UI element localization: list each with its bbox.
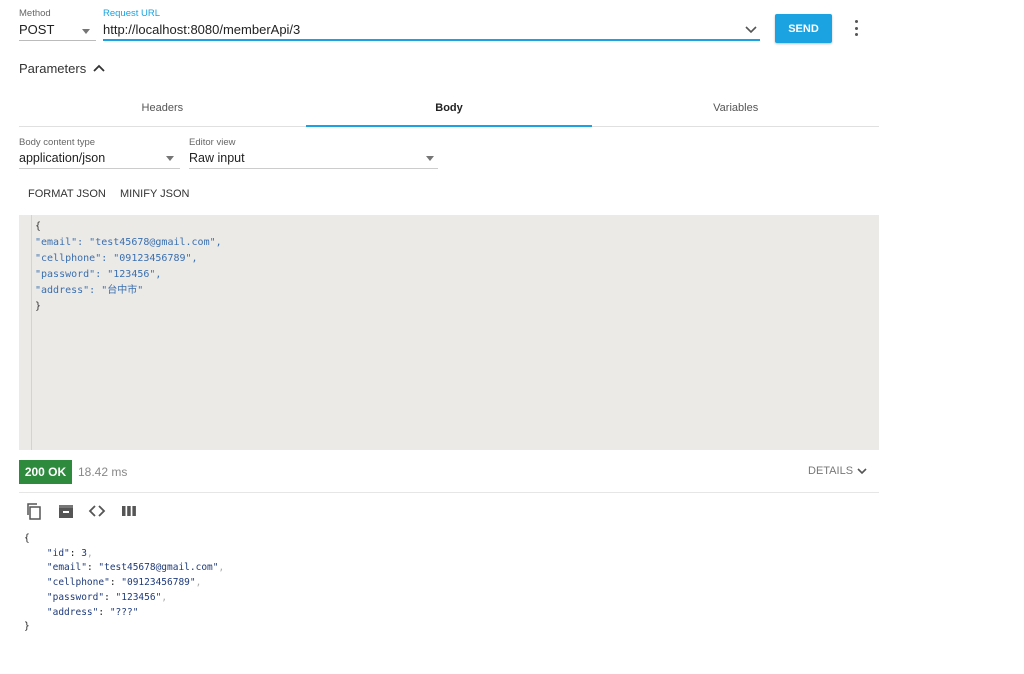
chevron-down-icon (857, 468, 867, 475)
response-key: "address" (46, 606, 99, 618)
parameters-label[interactable]: Parameters (19, 61, 86, 76)
code-icon[interactable] (88, 502, 106, 520)
response-key: "cellphone" (46, 577, 110, 589)
response-time: 18.42 ms (78, 465, 128, 479)
method-label: Method (19, 8, 51, 19)
editor-view-select[interactable]: Raw input (189, 151, 245, 165)
details-label: DETAILS (808, 465, 854, 477)
response-key: "email" (46, 562, 87, 574)
save-icon[interactable] (57, 502, 75, 520)
editor-gutter (19, 215, 32, 450)
chevron-down-icon[interactable] (744, 22, 758, 36)
tab-body[interactable]: Body (305, 90, 593, 127)
minify-json-button[interactable]: MINIFY JSON (120, 186, 189, 202)
response-close-brace: } (24, 621, 30, 633)
response-line: "password": "123456", (46, 591, 168, 603)
response-value: "test45678@gmail.com" (98, 562, 219, 574)
response-body: { "id": 3, "email": "test45678@gmail.com… (24, 532, 224, 635)
editor-view-underline (189, 168, 438, 169)
response-value: "123456" (115, 591, 162, 603)
url-label: Request URL (103, 8, 161, 19)
response-divider (19, 492, 879, 493)
url-underline (103, 39, 760, 41)
body-content-type-label: Body content type (19, 137, 96, 148)
response-open-brace: { (24, 533, 30, 544)
format-json-button[interactable]: FORMAT JSON (28, 186, 106, 202)
columns-icon[interactable] (120, 502, 138, 520)
body-content-type-dropdown-icon[interactable] (166, 156, 174, 161)
chevron-up-icon[interactable] (92, 62, 106, 76)
editor-view-dropdown-icon[interactable] (426, 156, 434, 161)
body-line: "email": "test45678@gmail.com", (35, 237, 222, 248)
body-editor-text[interactable]: { "email": "test45678@gmail.com", "cellpho… (35, 219, 222, 315)
method-dropdown-icon[interactable] (82, 29, 90, 34)
parameters-tabs: Headers Body Variables (19, 90, 879, 127)
body-content-type-select[interactable]: application/json (19, 151, 105, 165)
copy-icon[interactable] (25, 502, 43, 520)
response-line: "id": 3, (46, 547, 93, 559)
body-line: } (35, 301, 42, 312)
body-content-type-underline (19, 168, 180, 169)
response-key: "password" (46, 591, 105, 603)
body-line: "password": "123456", (35, 269, 162, 280)
method-select[interactable]: POST (19, 22, 54, 37)
status-badge: 200 OK (19, 460, 72, 484)
details-toggle[interactable]: DETAILS (808, 465, 868, 477)
tab-headers[interactable]: Headers (19, 90, 306, 126)
body-line: "address": "台中市" (35, 285, 144, 296)
tab-variables[interactable]: Variables (592, 90, 879, 126)
body-line: { (35, 221, 42, 232)
editor-view-label: Editor view (189, 137, 236, 148)
body-line: "cellphone": "09123456789", (35, 253, 198, 264)
response-line: "address": "???" (46, 606, 139, 618)
response-line: "cellphone": "09123456789", (46, 577, 202, 589)
response-key: "id" (46, 547, 70, 559)
url-input[interactable]: http://localhost:8080/memberApi/3 (103, 22, 703, 37)
method-underline (19, 40, 96, 41)
more-options-icon[interactable] (850, 18, 862, 38)
response-value: "???" (109, 606, 139, 618)
response-value: "09123456789" (121, 577, 196, 589)
response-line: "email": "test45678@gmail.com", (46, 562, 225, 574)
send-button[interactable]: SEND (775, 14, 832, 43)
